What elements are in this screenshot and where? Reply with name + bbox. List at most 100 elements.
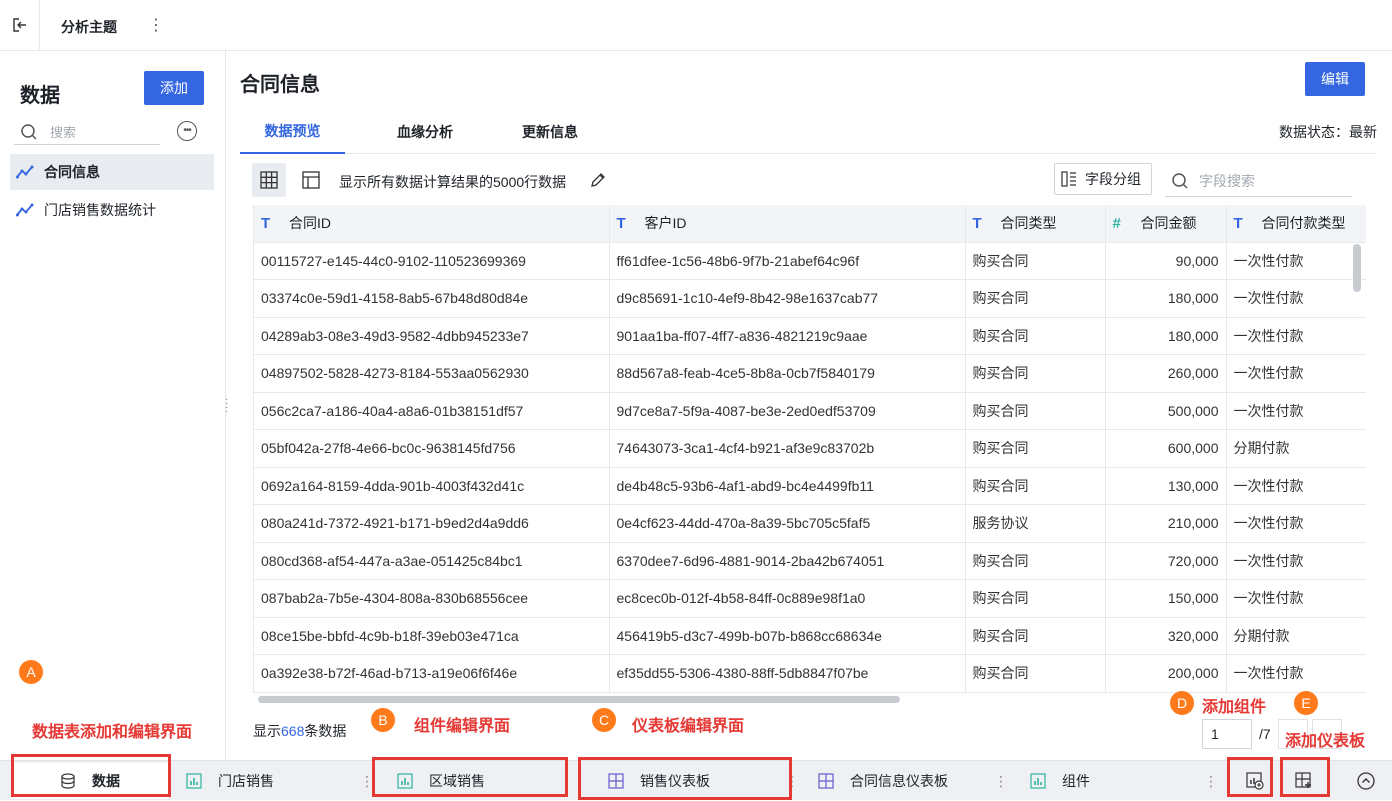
text-type-icon: T: [261, 215, 271, 233]
table-row[interactable]: 080a241d-7372-4921-b171-b9ed2d4a9dd6 0e4c…: [254, 504, 1366, 543]
annotation-badge-c: C: [592, 708, 616, 732]
table-cell: 服务协议: [965, 504, 1106, 543]
bottom-tab-widget[interactable]: 组件: [1030, 761, 1090, 801]
table-cell: 600,000: [1105, 429, 1227, 468]
dashboard-icon: [818, 773, 834, 789]
table-cell: 0692a164-8159-4dda-901b-4003f432d41c: [254, 467, 610, 505]
annotation-badge-d: D: [1170, 691, 1194, 715]
bar-chart-icon: [186, 773, 202, 789]
table-cell: 购买合同: [965, 317, 1106, 355]
grid-view-icon[interactable]: [252, 163, 286, 197]
table-row[interactable]: 00115727-e145-44c0-9102-110523699369 ff61…: [254, 242, 1366, 280]
table-cell: 购买合同: [965, 242, 1106, 280]
annotation-label-b: 组件编辑界面: [414, 718, 511, 735]
collapse-up-icon[interactable]: [1354, 769, 1378, 793]
tab-bar: 数据预览 血缘分析 更新信息 数据状态：最新: [240, 110, 1377, 154]
dataset-icon: [16, 164, 36, 180]
table-row[interactable]: 0a392e38-b72f-46ad-b713-a19e06f6f46e ef35…: [254, 654, 1366, 693]
sidebar-item-label: 合同信息: [44, 164, 100, 180]
table-toolbar: 显示所有数据计算结果的5000行数据 字段分组 字段搜索: [252, 161, 1352, 199]
horizontal-scrollbar[interactable]: [258, 696, 900, 703]
data-table-container[interactable]: T 合同ID T 客户ID T 合同类型 # 合同金额 T 合同付款类型 00115727…: [253, 205, 1366, 693]
text-type-icon: T: [972, 215, 982, 233]
table-row[interactable]: 04897502-5828-4273-8184-553aa0562930 88d5…: [254, 354, 1366, 393]
annotation-badge-e: E: [1294, 691, 1318, 715]
column-header[interactable]: T 客户ID: [609, 205, 966, 243]
field-group-button[interactable]: 字段分组: [1054, 163, 1152, 195]
more-options-icon[interactable]: •••: [177, 121, 197, 141]
field-group-label: 字段分组: [1085, 171, 1141, 187]
column-header[interactable]: T 合同ID: [254, 205, 610, 243]
layout-view-icon[interactable]: [294, 163, 328, 197]
highlight-box-widget: [372, 757, 568, 797]
table-cell: 购买合同: [965, 542, 1106, 580]
add-data-button[interactable]: 添加: [144, 71, 204, 105]
table-cell: 180,000: [1105, 279, 1227, 318]
column-header[interactable]: T 合同类型: [965, 205, 1106, 243]
tab-update-info[interactable]: 更新信息: [522, 110, 578, 154]
subject-title: 分析主题: [61, 19, 117, 35]
vertical-scrollbar[interactable]: [1353, 244, 1361, 292]
annotation-label-e: 添加仪表板: [1285, 733, 1366, 750]
page-input[interactable]: 1: [1202, 719, 1252, 749]
table-row[interactable]: 056c2ca7-a186-40a4-a8a6-01b38151df57 9d7c…: [254, 392, 1366, 430]
table-cell: 一次性付款: [1226, 354, 1366, 393]
field-search-input[interactable]: 字段搜索: [1165, 165, 1352, 197]
table-cell: 200,000: [1105, 654, 1227, 693]
edit-button[interactable]: 编辑: [1305, 62, 1365, 96]
table-cell: 04897502-5828-4273-8184-553aa0562930: [254, 354, 610, 393]
tab-menu-icon[interactable]: ⋮: [994, 773, 1008, 790]
table-cell: 一次性付款: [1226, 654, 1366, 693]
table-row[interactable]: 08ce15be-bbfd-4c9b-b18f-39eb03e471ca 4564…: [254, 617, 1366, 655]
table-cell: 购买合同: [965, 354, 1106, 393]
table-row[interactable]: 03374c0e-59d1-4158-8ab5-67b48d80d84e d9c8…: [254, 279, 1366, 318]
annotation-badge-a: A: [19, 660, 43, 684]
table-row[interactable]: 087bab2a-7b5e-4304-808a-830b68556cee ec8c…: [254, 579, 1366, 618]
table-cell: 130,000: [1105, 467, 1227, 505]
exit-icon[interactable]: [0, 0, 40, 50]
data-table: T 合同ID T 客户ID T 合同类型 # 合同金额 T 合同付款类型 00115727…: [254, 205, 1366, 693]
pane-resize-handle[interactable]: · · · ·: [225, 395, 228, 417]
table-cell: 456419b5-d3c7-499b-b07b-b868cc68634e: [609, 617, 966, 655]
table-row[interactable]: 080cd368-af54-447a-a3ae-051425c84bc1 6370…: [254, 542, 1366, 580]
table-cell: 04289ab3-08e3-49d3-9582-4dbb945233e7: [254, 317, 610, 355]
table-row[interactable]: 0692a164-8159-4dda-901b-4003f432d41c de4b…: [254, 467, 1366, 505]
sidebar-search-input[interactable]: 搜索: [14, 119, 160, 145]
more-vertical-icon[interactable]: ⋮: [148, 14, 164, 36]
table-cell: 6370dee7-6d96-4881-9014-2ba42b674051: [609, 542, 966, 580]
table-cell: 00115727-e145-44c0-9102-110523699369: [254, 242, 610, 280]
sidebar-item-contract-info[interactable]: 合同信息: [10, 154, 214, 190]
column-header[interactable]: T 合同付款类型: [1226, 205, 1366, 243]
table-cell: 500,000: [1105, 392, 1227, 430]
table-cell: 分期付款: [1226, 617, 1366, 655]
table-cell: 购买合同: [965, 467, 1106, 505]
table-cell: de4b48c5-93b6-4af1-abd9-bc4e4499fb11: [609, 467, 966, 505]
highlight-box-add-widget: [1227, 757, 1273, 797]
table-row[interactable]: 05bf042a-27f8-4e66-bc0c-9638145fd756 7464…: [254, 429, 1366, 468]
tab-lineage[interactable]: 血缘分析: [397, 110, 453, 154]
table-cell: 087bab2a-7b5e-4304-808a-830b68556cee: [254, 579, 610, 618]
field-group-icon: [1061, 171, 1076, 187]
table-cell: d9c85691-1c10-4ef9-8b42-98e1637cab77: [609, 279, 966, 318]
table-row[interactable]: 04289ab3-08e3-49d3-9582-4dbb945233e7 901a…: [254, 317, 1366, 355]
bottom-tab-store-sales[interactable]: 门店销售: [186, 761, 274, 801]
edit-pencil-icon[interactable]: [589, 171, 607, 192]
table-cell: ff61dfee-1c56-48b6-9f7b-21abef64c96f: [609, 242, 966, 280]
table-cell: 320,000: [1105, 617, 1227, 655]
text-type-icon: T: [616, 215, 626, 233]
table-cell: ef35dd55-5306-4380-88ff-5db8847f07be: [609, 654, 966, 693]
column-header[interactable]: # 合同金额: [1105, 205, 1227, 243]
table-cell: 74643073-3ca1-4cf4-b921-af3e9c83702b: [609, 429, 966, 468]
annotation-label-a: 数据表添加和编辑界面: [32, 724, 193, 741]
sidebar-item-store-sales[interactable]: 门店销售数据统计: [10, 192, 214, 228]
tab-data-preview[interactable]: 数据预览: [240, 110, 345, 154]
annotation-badge-b: B: [371, 708, 395, 732]
table-cell: 购买合同: [965, 579, 1106, 618]
table-cell: 90,000: [1105, 242, 1227, 280]
page-title: 合同信息: [240, 74, 320, 96]
tab-menu-icon[interactable]: ⋮: [1204, 773, 1218, 790]
bottom-tab-contract-dashboard[interactable]: 合同信息仪表板: [818, 761, 948, 801]
table-cell: 一次性付款: [1226, 579, 1366, 618]
highlight-box-add-dashboard: [1280, 757, 1330, 797]
field-search-placeholder: 字段搜索: [1199, 172, 1255, 189]
